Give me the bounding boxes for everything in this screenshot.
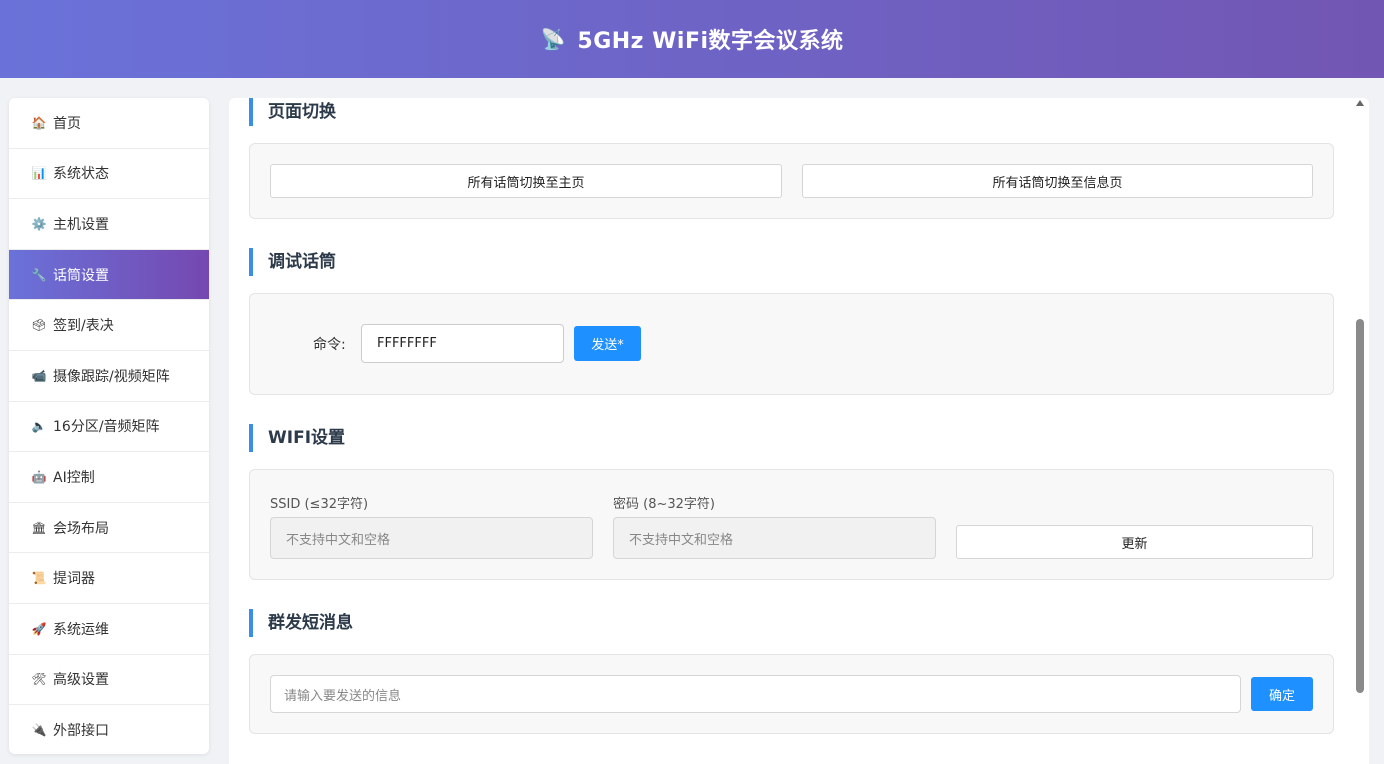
command-input[interactable]: FFFFFFFF bbox=[361, 324, 564, 363]
section-title-wifi: WIFI设置 bbox=[249, 424, 345, 452]
scroll-icon: 📜 bbox=[31, 571, 47, 586]
scroll-up-arrow-icon[interactable] bbox=[1356, 100, 1364, 106]
gear-icon: ⚙️ bbox=[31, 216, 47, 231]
password-input[interactable]: 不支持中文和空格 bbox=[613, 517, 936, 559]
section-title-broadcast: 群发短消息 bbox=[249, 609, 353, 637]
broadcast-panel: 请输入要发送的信息 确定 bbox=[249, 654, 1334, 734]
robot-icon: 🤖 bbox=[31, 469, 47, 484]
command-label: 命令: bbox=[313, 337, 346, 353]
password-label: 密码 (8~32字符) bbox=[613, 497, 715, 512]
broadcast-confirm-button[interactable]: 确定 bbox=[1251, 677, 1313, 711]
switch-to-home-button[interactable]: 所有话筒切换至主页 bbox=[270, 164, 782, 198]
sidebar-item-label: 高级设置 bbox=[53, 672, 109, 689]
sidebar-item-label: 签到/表决 bbox=[53, 318, 114, 335]
tools-icon: 🛠 bbox=[31, 672, 47, 687]
sidebar-item-signin-vote[interactable]: 🗳 签到/表决 bbox=[9, 300, 209, 351]
ssid-label: SSID (≤32字符) bbox=[270, 497, 369, 512]
bar-chart-icon: 📊 bbox=[31, 166, 47, 181]
sidebar-item-label: AI控制 bbox=[53, 469, 95, 486]
scroll-thumb[interactable] bbox=[1356, 319, 1364, 693]
page-switch-panel: 所有话筒切换至主页 所有话筒切换至信息页 bbox=[249, 143, 1334, 219]
ssid-input[interactable]: 不支持中文和空格 bbox=[270, 517, 593, 559]
sidebar-item-home[interactable]: 🏠 首页 bbox=[9, 98, 209, 149]
rocket-icon: 🚀 bbox=[31, 621, 47, 636]
sidebar-item-operations[interactable]: 🚀 系统运维 bbox=[9, 604, 209, 655]
sidebar-item-label: 外部接口 bbox=[53, 723, 109, 740]
switch-to-info-button[interactable]: 所有话筒切换至信息页 bbox=[802, 164, 1313, 198]
sidebar-item-label: 16分区/音频矩阵 bbox=[53, 419, 160, 436]
sidebar-item-label: 系统运维 bbox=[53, 621, 109, 638]
sidebar-item-label: 主机设置 bbox=[53, 216, 109, 233]
satellite-icon: 📡 bbox=[540, 27, 566, 51]
send-command-button[interactable]: 发送* bbox=[574, 326, 641, 361]
sidebar-item-label: 首页 bbox=[53, 115, 81, 132]
wifi-update-button[interactable]: 更新 bbox=[956, 525, 1313, 559]
sidebar-item-label: 会场布局 bbox=[53, 520, 109, 537]
sidebar-item-ai-control[interactable]: 🤖 AI控制 bbox=[9, 452, 209, 503]
sidebar-item-venue-layout[interactable]: 🏛 会场布局 bbox=[9, 503, 209, 554]
sidebar-item-label: 提词器 bbox=[53, 571, 95, 588]
app-title: 5GHz WiFi数字会议系统 bbox=[577, 29, 844, 54]
home-icon: 🏠 bbox=[31, 115, 47, 130]
sidebar-item-label: 系统状态 bbox=[53, 166, 109, 183]
building-icon: 🏛 bbox=[31, 520, 47, 535]
sidebar-item-label: 摄像跟踪/视频矩阵 bbox=[53, 368, 170, 385]
plug-icon: 🔌 bbox=[31, 723, 47, 738]
debug-mic-panel: 命令: FFFFFFFF 发送* bbox=[249, 293, 1334, 395]
sidebar-item-system-status[interactable]: 📊 系统状态 bbox=[9, 149, 209, 200]
section-title-page-switch: 页面切换 bbox=[249, 98, 336, 126]
ballot-icon: 🗳 bbox=[31, 318, 47, 333]
section-title-debug-mic: 调试话筒 bbox=[249, 248, 336, 276]
speaker-icon: 🔈 bbox=[31, 419, 47, 434]
sidebar-item-host-settings[interactable]: ⚙️ 主机设置 bbox=[9, 199, 209, 250]
sidebar-item-teleprompter[interactable]: 📜 提词器 bbox=[9, 553, 209, 604]
broadcast-message-input[interactable]: 请输入要发送的信息 bbox=[270, 675, 1241, 713]
sidebar-item-camera-tracking[interactable]: 📹 摄像跟踪/视频矩阵 bbox=[9, 351, 209, 402]
sidebar-item-mic-settings[interactable]: 🔧 话筒设置 bbox=[9, 249, 209, 301]
app-header: 📡 5GHz WiFi数字会议系统 bbox=[0, 0, 1384, 78]
main-content: 页面切换 所有话筒切换至主页 所有话筒切换至信息页 调试话筒 命令: FFFFF… bbox=[229, 98, 1369, 764]
sidebar-item-label: 话筒设置 bbox=[53, 267, 109, 284]
sidebar-item-advanced-settings[interactable]: 🛠 高级设置 bbox=[9, 655, 209, 706]
sidebar-nav: 🏠 首页 📊 系统状态 ⚙️ 主机设置 🔧 话筒设置 🗳 签到/表决 📹 摄像跟… bbox=[9, 98, 209, 754]
sidebar-item-audio-matrix[interactable]: 🔈 16分区/音频矩阵 bbox=[9, 402, 209, 453]
main-scrollbar[interactable] bbox=[1355, 98, 1365, 764]
sidebar-item-external-interface[interactable]: 🔌 外部接口 bbox=[9, 705, 209, 754]
video-camera-icon: 📹 bbox=[31, 368, 47, 383]
wifi-panel: SSID (≤32字符) 不支持中文和空格 密码 (8~32字符) 不支持中文和… bbox=[249, 469, 1334, 580]
wrench-icon: 🔧 bbox=[31, 267, 47, 282]
